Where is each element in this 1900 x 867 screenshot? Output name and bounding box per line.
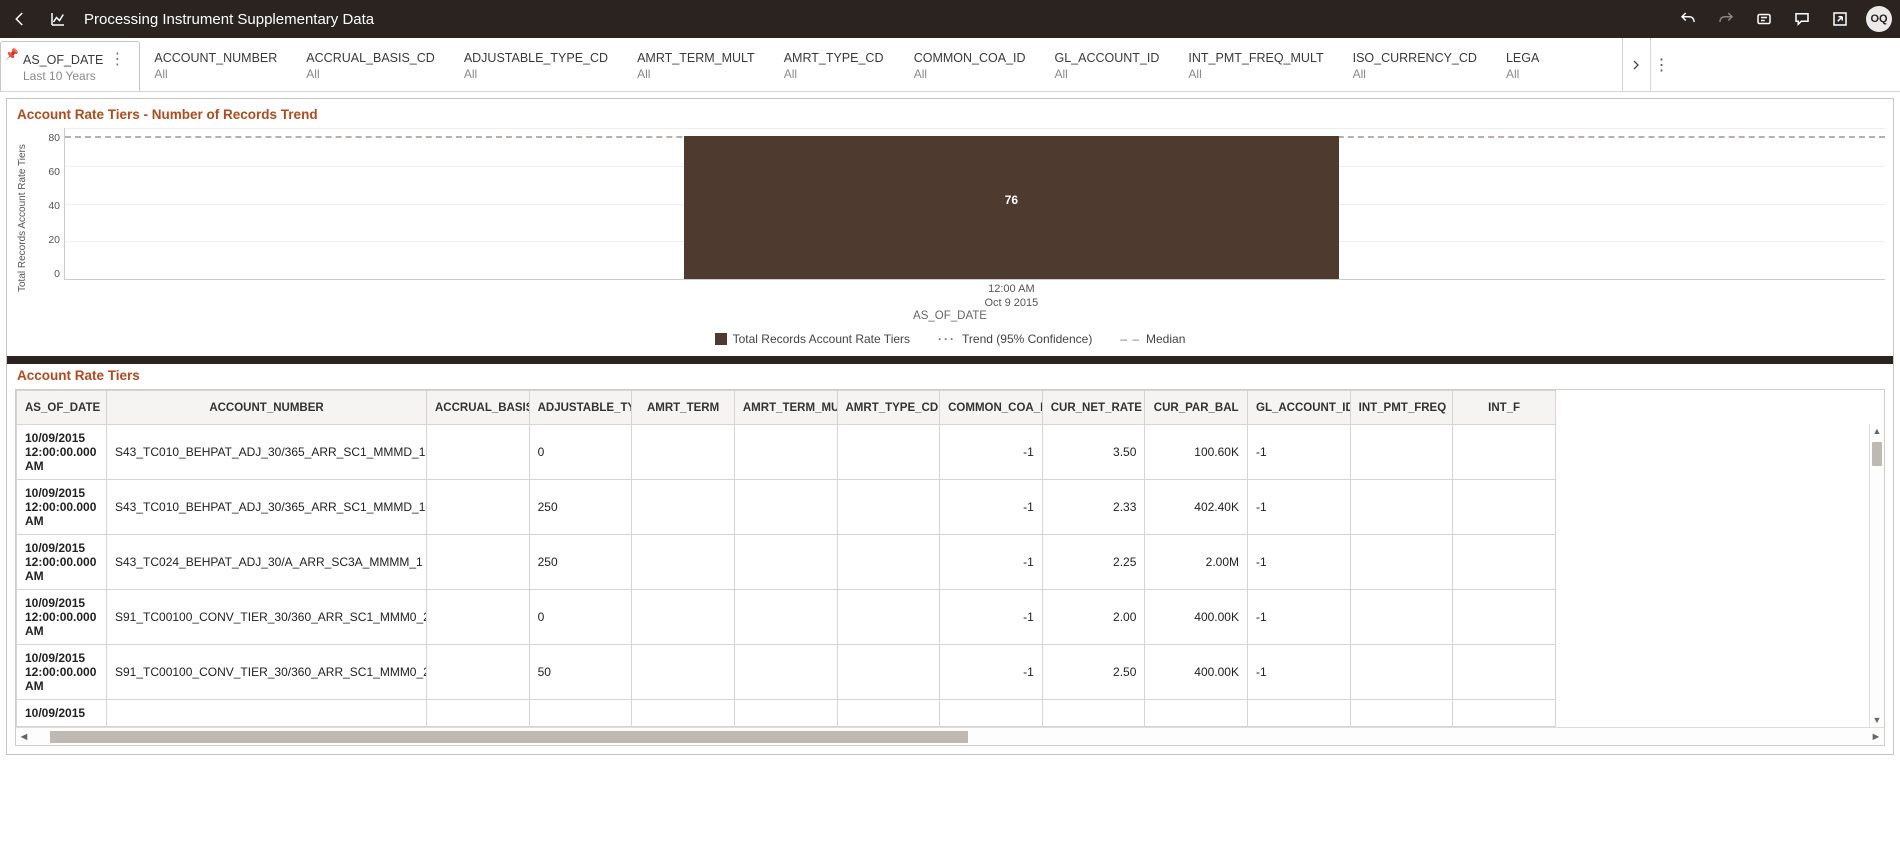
table-row[interactable]: 10/09/2015 12:00:00.000 AMS43_TC024_BEHP… <box>17 535 1556 590</box>
col-header[interactable]: ACCRUAL_BASIS_CD <box>427 391 530 425</box>
yaxis-title: Total Records Account Rate Tiers <box>15 128 30 308</box>
chart-title: Account Rate Tiers - Number of Records T… <box>17 107 1885 122</box>
plot-region[interactable]: 76 12:00 AM Oct 9 2015 <box>64 128 1885 280</box>
filter-chip-as_of_date[interactable]: 📌AS_OF_DATE⋮Last 10 Years <box>0 41 140 91</box>
dashboard-card: Account Rate Tiers - Number of Records T… <box>6 98 1894 755</box>
filter-bar: 📌AS_OF_DATE⋮Last 10 YearsACCOUNT_NUMBERA… <box>0 38 1900 92</box>
filter-chip-common_coa_id[interactable]: COMMON_COA_IDAll <box>900 38 1041 91</box>
col-header[interactable]: ADJUSTABLE_TYPE_CD <box>529 391 632 425</box>
legend-trend[interactable]: Trend (95% Confidence) <box>938 332 1092 346</box>
filter-chip-int_pmt_freq_mult[interactable]: INT_PMT_FREQ_MULTAll <box>1174 38 1338 91</box>
page-title: Processing Instrument Supplementary Data <box>84 11 374 28</box>
dash-swatch-icon <box>1120 332 1140 346</box>
back-button[interactable] <box>8 7 32 31</box>
filter-chip-amrt_type_cd[interactable]: AMRT_TYPE_CDAll <box>770 38 900 91</box>
col-header[interactable]: ACCOUNT_NUMBER <box>107 391 427 425</box>
vertical-scroll-thumb[interactable] <box>1872 442 1882 466</box>
col-header[interactable]: CUR_PAR_BAL <box>1145 391 1248 425</box>
bar-value-label: 76 <box>1005 193 1018 207</box>
chart-legend: Total Records Account Rate Tiers Trend (… <box>15 332 1885 346</box>
filter-chip-gl_account_id[interactable]: GL_ACCOUNT_IDAll <box>1041 38 1175 91</box>
horizontal-scroll-thumb[interactable] <box>50 731 968 743</box>
export-button[interactable] <box>1828 7 1852 31</box>
scroll-right-icon[interactable]: ► <box>1868 731 1884 743</box>
horizontal-scrollbar[interactable]: ◄ ► <box>16 727 1884 745</box>
table-row[interactable]: 10/09/2015 <box>17 700 1556 727</box>
table-row[interactable]: 10/09/2015 12:00:00.000 AMS43_TC010_BEHP… <box>17 480 1556 535</box>
col-header[interactable]: INT_F <box>1453 391 1556 425</box>
xaxis-title: AS_OF_DATE <box>15 310 1885 322</box>
filter-chip-iso_currency_cd[interactable]: ISO_CURRENCY_CDAll <box>1339 38 1492 91</box>
filter-chip-lega[interactable]: LEGAAll <box>1492 38 1622 91</box>
filter-chip-accrual_basis_cd[interactable]: ACCRUAL_BASIS_CDAll <box>292 38 450 91</box>
scroll-left-icon[interactable]: ◄ <box>16 731 32 743</box>
square-swatch-icon <box>715 333 727 345</box>
filter-chip-account_number[interactable]: ACCOUNT_NUMBERAll <box>140 38 292 91</box>
legend-series[interactable]: Total Records Account Rate Tiers <box>715 332 910 346</box>
refresh-button[interactable] <box>1752 7 1776 31</box>
chart-area[interactable]: Total Records Account Rate Tiers 8060402… <box>15 128 1885 308</box>
filter-chip-adjustable_type_cd[interactable]: ADJUSTABLE_TYPE_CDAll <box>450 38 623 91</box>
data-table[interactable]: AS_OF_DATEACCOUNT_NUMBERACCRUAL_BASIS_CD… <box>16 390 1556 727</box>
col-header[interactable]: INT_PMT_FREQ <box>1350 391 1453 425</box>
col-header[interactable]: AS_OF_DATE <box>17 391 107 425</box>
col-header[interactable]: CUR_NET_RATE <box>1042 391 1145 425</box>
x-tick-label: 12:00 AM Oct 9 2015 <box>684 283 1339 311</box>
filter-chip-amrt_term_mult[interactable]: AMRT_TERM_MULTAll <box>623 38 770 91</box>
chart-icon <box>46 7 70 31</box>
vertical-scrollbar[interactable]: ▲ ▼ <box>1869 424 1884 727</box>
comment-button[interactable] <box>1790 7 1814 31</box>
scroll-up-icon[interactable]: ▲ <box>1870 424 1884 438</box>
app-topbar: Processing Instrument Supplementary Data… <box>0 0 1900 38</box>
table-row[interactable]: 10/09/2015 12:00:00.000 AMS43_TC010_BEHP… <box>17 425 1556 480</box>
col-header[interactable]: COMMON_COA_ID <box>940 391 1043 425</box>
filters-scroll-right[interactable] <box>1622 38 1650 91</box>
col-header[interactable]: AMRT_TYPE_CD <box>837 391 940 425</box>
section-divider <box>7 356 1893 364</box>
undo-button[interactable] <box>1676 7 1700 31</box>
dots-swatch-icon <box>938 332 956 346</box>
scroll-down-icon[interactable]: ▼ <box>1870 713 1884 727</box>
bar-total-records[interactable]: 76 <box>684 136 1339 279</box>
col-header[interactable]: AMRT_TERM <box>632 391 735 425</box>
table-container: AS_OF_DATEACCOUNT_NUMBERACCRUAL_BASIS_CD… <box>15 389 1885 746</box>
redo-button[interactable] <box>1714 7 1738 31</box>
table-row[interactable]: 10/09/2015 12:00:00.000 AMS91_TC00100_CO… <box>17 645 1556 700</box>
avatar[interactable]: OQ <box>1866 6 1892 32</box>
pin-icon: 📌 <box>5 48 19 61</box>
table-row[interactable]: 10/09/2015 12:00:00.000 AMS91_TC00100_CO… <box>17 590 1556 645</box>
col-header[interactable]: GL_ACCOUNT_ID <box>1248 391 1351 425</box>
filters-menu[interactable]: ⋮ <box>1650 38 1672 91</box>
y-ticks: 806040200 <box>30 128 64 308</box>
legend-median[interactable]: Median <box>1120 332 1185 346</box>
table-title: Account Rate Tiers <box>17 368 1885 383</box>
col-header[interactable]: AMRT_TERM_MULT <box>734 391 837 425</box>
